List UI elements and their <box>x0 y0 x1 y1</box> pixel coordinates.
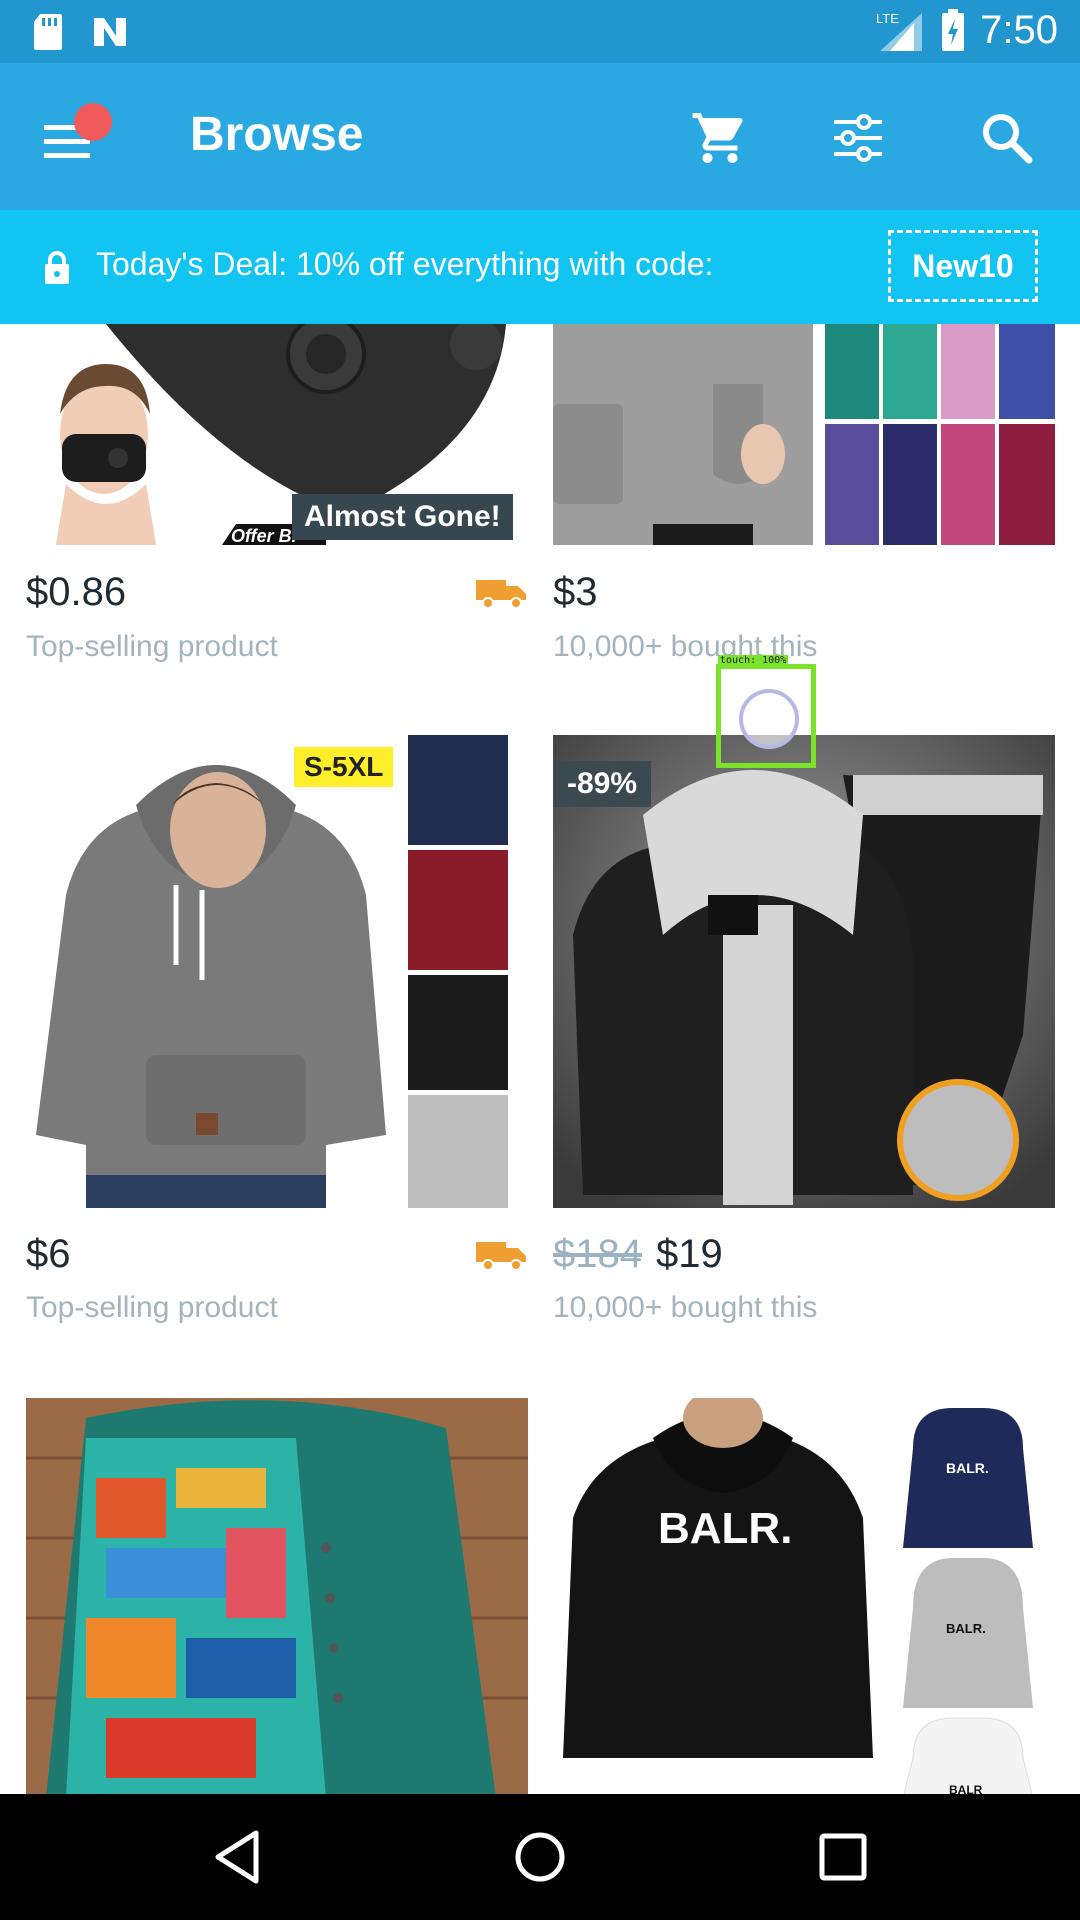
almost-gone-badge: Almost Gone! <box>292 494 513 540</box>
menu-button[interactable] <box>40 103 112 173</box>
filter-icon <box>834 114 882 162</box>
screen: LTE 7:50 Browse Today's Deal: 10% off ev… <box>0 0 1080 1920</box>
recents-icon <box>819 1833 867 1881</box>
product-card[interactable]: S-5XL $6 Top-selling product <box>26 735 528 1350</box>
app-bar: Browse <box>0 63 1080 210</box>
price: $19 <box>655 1232 723 1276</box>
product-card[interactable]: $3 10,000+ bought this <box>553 324 1055 684</box>
svg-text:LTE: LTE <box>876 11 899 26</box>
fast-shipping-truck-icon <box>476 580 526 609</box>
touch-point <box>739 689 799 749</box>
product-card[interactable]: -89% $184 $19 10,000+ bought this <box>553 735 1055 1350</box>
deal-banner[interactable]: Today's Deal: 10% off everything with co… <box>0 210 1080 324</box>
cart-button[interactable] <box>685 103 755 173</box>
price-row: $184 $19 <box>553 1232 1055 1282</box>
deal-text: Today's Deal: 10% off everything with co… <box>96 246 714 282</box>
size-badge: S-5XL <box>294 747 394 787</box>
home-button[interactable] <box>507 1824 573 1890</box>
product-image <box>553 324 1055 545</box>
lte-signal-icon: LTE <box>876 11 923 51</box>
battery-charging-icon <box>942 8 965 51</box>
product-subtitle: 10,000+ bought this <box>553 1291 818 1324</box>
n-logo-icon <box>94 18 126 46</box>
product-subtitle: Top-selling product <box>26 1291 278 1324</box>
navigation-bar <box>0 1794 1080 1920</box>
product-image: -89% <box>553 735 1055 1208</box>
svg-text:BALR.: BALR. <box>658 1504 792 1553</box>
sd-card-icon <box>34 14 62 50</box>
price-row: $0.86 <box>26 570 528 620</box>
search-button[interactable] <box>972 103 1042 173</box>
price-row: $6 <box>26 1232 528 1282</box>
clock: 7:50 <box>980 8 1058 52</box>
cart-icon <box>692 113 743 163</box>
page-title: Browse <box>190 108 364 161</box>
status-bar: LTE 7:50 <box>0 0 1080 63</box>
fast-shipping-truck-icon <box>476 1242 526 1271</box>
price: $6 <box>26 1232 71 1276</box>
product-grid: Offer Bi Almost Gone! $0.86 Top-selling … <box>0 324 1080 1794</box>
product-card[interactable]: Offer Bi Almost Gone! $0.86 Top-selling … <box>26 324 528 684</box>
back-icon <box>215 1830 259 1884</box>
product-image: Offer Bi Almost Gone! <box>26 324 528 545</box>
discount-badge: -89% <box>553 761 652 807</box>
product-image: BALR. BALR. BALR. BALR <box>553 1398 1055 1794</box>
notification-dot <box>74 103 112 141</box>
recents-button[interactable] <box>810 1824 876 1890</box>
filter-button[interactable] <box>823 103 893 173</box>
back-button[interactable] <box>204 1824 270 1890</box>
product-card[interactable]: BALR. BALR. BALR. BALR <box>553 1398 1055 1794</box>
lock-icon <box>45 251 69 284</box>
promo-code[interactable]: New10 <box>888 230 1038 302</box>
price: $3 <box>553 570 598 614</box>
product-image: S-5XL <box>26 735 528 1208</box>
product-subtitle: Top-selling product <box>26 630 278 663</box>
product-card[interactable] <box>26 1398 528 1794</box>
price-row: $3 <box>553 570 1055 620</box>
product-image <box>26 1398 528 1794</box>
home-icon <box>515 1832 565 1882</box>
svg-text:BALR: BALR <box>949 1783 983 1794</box>
svg-text:BALR.: BALR. <box>946 1621 986 1636</box>
price: $0.86 <box>26 570 127 614</box>
search-icon <box>983 114 1033 164</box>
original-price: $184 <box>553 1232 642 1276</box>
touch-indicator <box>716 664 816 768</box>
svg-text:Offer Bi: Offer Bi <box>231 526 298 545</box>
svg-text:BALR.: BALR. <box>946 1460 989 1476</box>
